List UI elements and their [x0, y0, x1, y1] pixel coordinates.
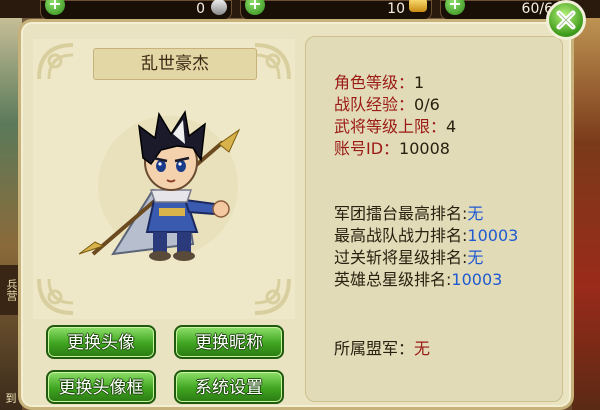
stat-label: 战队经验：	[334, 95, 415, 114]
gold-resource: + 10	[240, 0, 432, 20]
stat-label: 账号ID：	[334, 139, 400, 158]
stat-label: 角色等级：	[334, 73, 415, 92]
stat-value: 0/6	[414, 95, 440, 114]
change-nickname-button[interactable]: 更换昵称	[174, 325, 284, 359]
stat-value: 4	[446, 117, 457, 136]
background-scene-right	[572, 0, 600, 410]
profile-panel: 乱世豪杰 更换头像 更换昵称 更换头像框 系统设置 角色等级：1 战队经验：0/…	[18, 19, 574, 410]
player-title: 乱世豪杰	[93, 48, 257, 80]
ranking-value: 10003	[451, 270, 503, 289]
add-silver-button[interactable]: +	[45, 0, 65, 15]
ranking-row: 英雄总星级排名:10003	[334, 270, 502, 290]
add-stamina-button[interactable]: +	[445, 0, 465, 15]
change-avatar-frame-button[interactable]: 更换头像框	[46, 370, 156, 404]
ranking-value: 10003	[467, 226, 519, 245]
ranking-label: 军团擂台最高排名:	[334, 204, 468, 223]
alliance-row: 所属盟军：无	[334, 339, 430, 359]
silver-amount: 0	[196, 1, 205, 17]
hero-avatar[interactable]	[73, 104, 263, 264]
player-info-panel: 角色等级：1 战队经验：0/6 武将等级上限：4 账号ID：10008 军团擂台…	[305, 36, 563, 402]
stat-row: 角色等级：1	[334, 73, 424, 93]
add-gold-button[interactable]: +	[245, 0, 265, 15]
ranking-row: 过关斩将星级排名:无	[334, 248, 483, 268]
stat-value: 10008	[399, 139, 450, 158]
stamina-resource: + 60/6	[440, 0, 560, 20]
gold-amount: 10	[387, 1, 405, 17]
gold-ingot-icon	[409, 0, 427, 12]
ranking-value: 无	[467, 248, 484, 267]
stat-label: 武将等级上限：	[334, 117, 447, 136]
alliance-value: 无	[414, 339, 431, 358]
resource-bar: + 0 + 10 + 60/6	[0, 0, 600, 20]
ranking-value: 无	[467, 204, 484, 223]
stat-row: 战队经验：0/6	[334, 95, 440, 115]
change-avatar-button[interactable]: 更换头像	[46, 325, 156, 359]
close-icon	[556, 10, 576, 30]
ranking-row: 军团擂台最高排名:无	[334, 204, 483, 224]
ranking-label: 过关斩将星级排名:	[334, 248, 468, 267]
stat-row: 账号ID：10008	[334, 139, 450, 159]
silver-resource: + 0	[40, 0, 232, 20]
stat-value: 1	[414, 73, 425, 92]
silver-coin-icon	[211, 0, 227, 15]
close-button[interactable]	[546, 0, 586, 40]
ranking-label: 英雄总星级排名:	[334, 270, 452, 289]
stat-row: 武将等级上限：4	[334, 117, 456, 137]
ranking-row: 最高战队战力排名:10003	[334, 226, 518, 246]
system-settings-button[interactable]: 系统设置	[174, 370, 284, 404]
ranking-label: 最高战队战力排名:	[334, 226, 468, 245]
alliance-label: 所属盟军：	[334, 339, 415, 358]
